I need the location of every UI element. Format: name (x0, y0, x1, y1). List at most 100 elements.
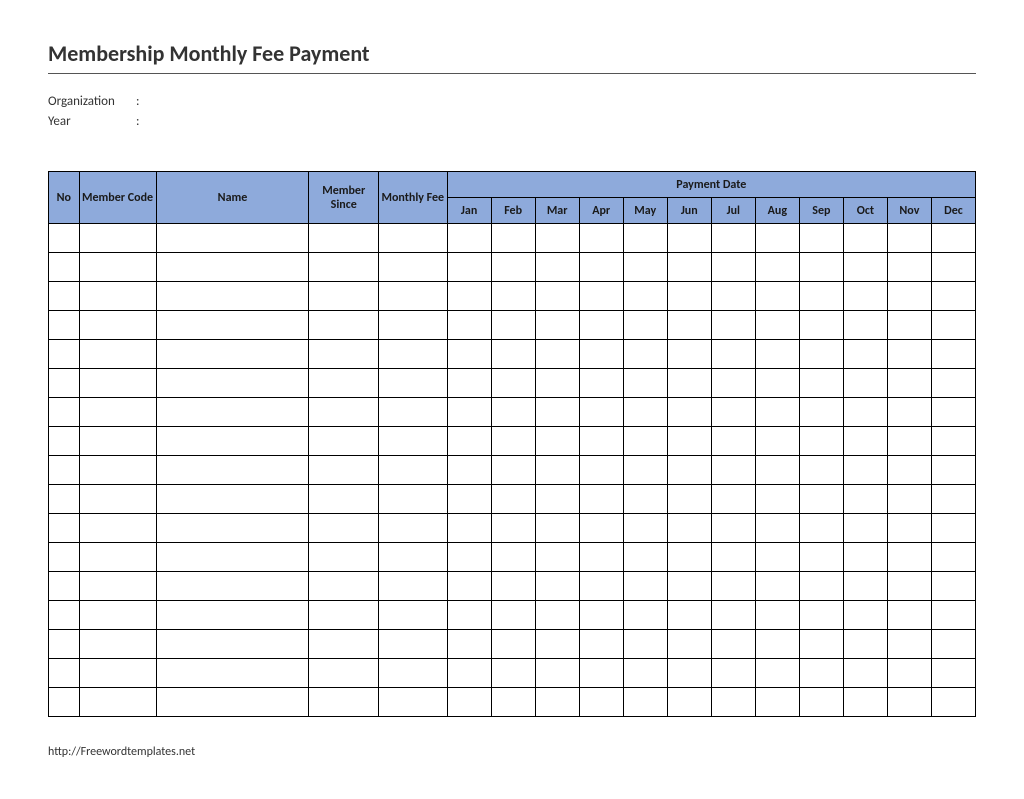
table-cell[interactable] (156, 601, 309, 630)
table-cell[interactable] (667, 659, 711, 688)
table-cell[interactable] (378, 601, 447, 630)
table-cell[interactable] (931, 340, 975, 369)
table-cell[interactable] (799, 659, 843, 688)
table-cell[interactable] (799, 543, 843, 572)
table-cell[interactable] (378, 282, 447, 311)
table-cell[interactable] (667, 398, 711, 427)
table-cell[interactable] (79, 311, 156, 340)
table-cell[interactable] (931, 688, 975, 717)
table-cell[interactable] (711, 543, 755, 572)
table-cell[interactable] (755, 456, 799, 485)
table-cell[interactable] (711, 398, 755, 427)
table-cell[interactable] (535, 224, 579, 253)
table-cell[interactable] (49, 398, 80, 427)
table-cell[interactable] (491, 659, 535, 688)
table-cell[interactable] (447, 282, 491, 311)
table-cell[interactable] (491, 630, 535, 659)
table-cell[interactable] (887, 514, 931, 543)
table-cell[interactable] (755, 485, 799, 514)
table-cell[interactable] (309, 514, 379, 543)
table-cell[interactable] (378, 688, 447, 717)
table-cell[interactable] (156, 659, 309, 688)
table-cell[interactable] (309, 224, 379, 253)
table-cell[interactable] (711, 456, 755, 485)
table-cell[interactable] (491, 253, 535, 282)
table-cell[interactable] (79, 630, 156, 659)
table-cell[interactable] (755, 282, 799, 311)
table-cell[interactable] (49, 369, 80, 398)
table-cell[interactable] (623, 543, 667, 572)
table-cell[interactable] (931, 282, 975, 311)
table-cell[interactable] (843, 398, 887, 427)
table-cell[interactable] (667, 485, 711, 514)
table-cell[interactable] (378, 659, 447, 688)
table-cell[interactable] (931, 601, 975, 630)
table-cell[interactable] (799, 398, 843, 427)
table-cell[interactable] (156, 340, 309, 369)
table-cell[interactable] (378, 456, 447, 485)
table-cell[interactable] (623, 311, 667, 340)
table-cell[interactable] (579, 485, 623, 514)
table-cell[interactable] (579, 659, 623, 688)
table-cell[interactable] (535, 340, 579, 369)
table-cell[interactable] (309, 572, 379, 601)
table-cell[interactable] (887, 572, 931, 601)
table-cell[interactable] (309, 485, 379, 514)
table-cell[interactable] (447, 630, 491, 659)
table-cell[interactable] (843, 630, 887, 659)
table-cell[interactable] (579, 456, 623, 485)
table-cell[interactable] (49, 601, 80, 630)
table-cell[interactable] (491, 572, 535, 601)
table-cell[interactable] (79, 456, 156, 485)
table-cell[interactable] (799, 340, 843, 369)
table-cell[interactable] (79, 601, 156, 630)
table-cell[interactable] (309, 311, 379, 340)
table-cell[interactable] (755, 427, 799, 456)
table-cell[interactable] (667, 427, 711, 456)
table-cell[interactable] (623, 514, 667, 543)
table-cell[interactable] (887, 369, 931, 398)
table-cell[interactable] (755, 398, 799, 427)
table-cell[interactable] (887, 485, 931, 514)
table-cell[interactable] (156, 398, 309, 427)
table-cell[interactable] (711, 253, 755, 282)
table-cell[interactable] (755, 630, 799, 659)
table-cell[interactable] (711, 282, 755, 311)
table-cell[interactable] (623, 688, 667, 717)
table-cell[interactable] (843, 456, 887, 485)
table-cell[interactable] (931, 543, 975, 572)
table-cell[interactable] (887, 630, 931, 659)
table-cell[interactable] (79, 282, 156, 311)
table-cell[interactable] (447, 224, 491, 253)
table-cell[interactable] (931, 224, 975, 253)
table-cell[interactable] (623, 456, 667, 485)
table-cell[interactable] (799, 456, 843, 485)
table-cell[interactable] (156, 514, 309, 543)
table-cell[interactable] (887, 456, 931, 485)
table-cell[interactable] (579, 311, 623, 340)
table-cell[interactable] (843, 485, 887, 514)
table-cell[interactable] (156, 224, 309, 253)
table-cell[interactable] (535, 659, 579, 688)
table-cell[interactable] (799, 601, 843, 630)
table-cell[interactable] (667, 572, 711, 601)
table-cell[interactable] (887, 659, 931, 688)
table-cell[interactable] (755, 311, 799, 340)
table-cell[interactable] (49, 514, 80, 543)
table-cell[interactable] (579, 340, 623, 369)
table-cell[interactable] (623, 572, 667, 601)
table-cell[interactable] (309, 659, 379, 688)
table-cell[interactable] (447, 543, 491, 572)
table-cell[interactable] (309, 340, 379, 369)
table-cell[interactable] (447, 311, 491, 340)
table-cell[interactable] (309, 282, 379, 311)
table-cell[interactable] (378, 311, 447, 340)
table-cell[interactable] (931, 514, 975, 543)
table-cell[interactable] (579, 630, 623, 659)
table-cell[interactable] (79, 514, 156, 543)
table-cell[interactable] (79, 485, 156, 514)
table-cell[interactable] (535, 282, 579, 311)
table-cell[interactable] (579, 224, 623, 253)
table-cell[interactable] (309, 427, 379, 456)
table-cell[interactable] (623, 398, 667, 427)
